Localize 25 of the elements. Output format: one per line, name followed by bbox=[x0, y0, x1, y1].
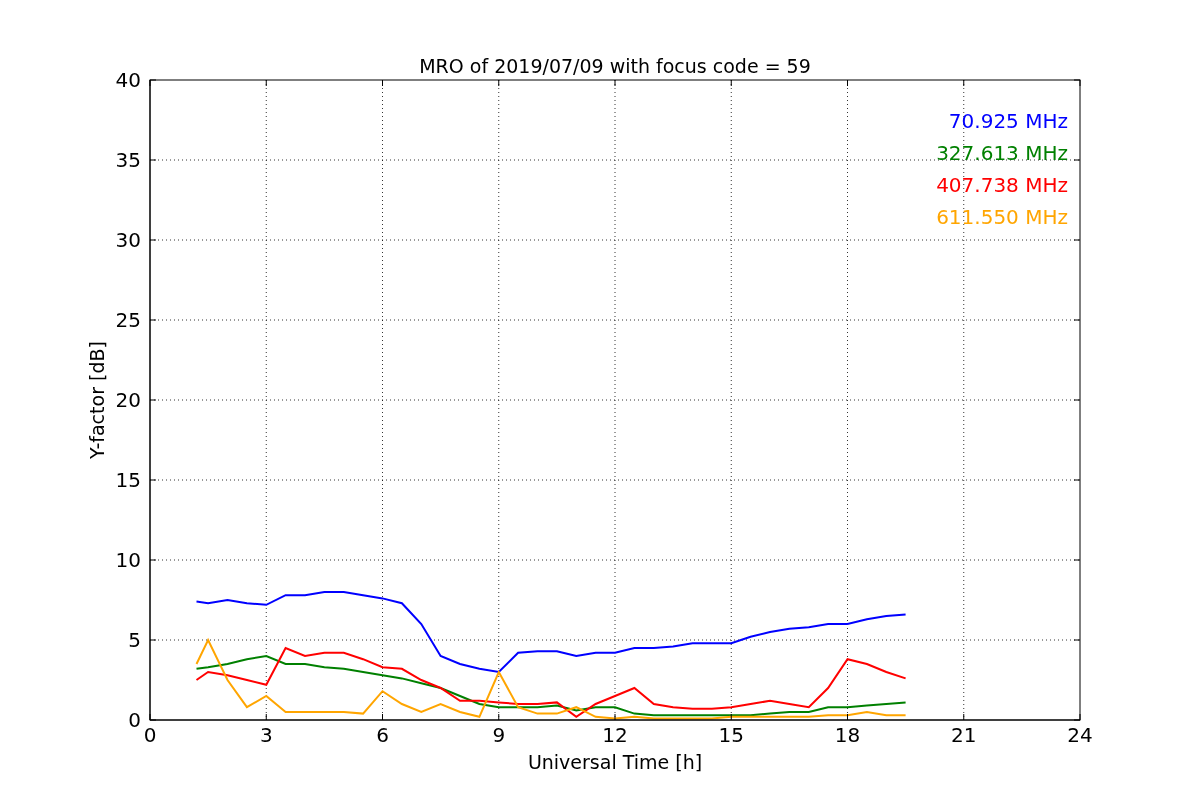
x-tick-label: 21 bbox=[951, 723, 977, 747]
legend-label: 327.613 MHz bbox=[936, 141, 1068, 165]
y-tick-label: 15 bbox=[115, 468, 141, 492]
legend-label: 611.550 MHz bbox=[936, 205, 1068, 229]
y-tick-label: 40 bbox=[115, 68, 141, 92]
legend-label: 70.925 MHz bbox=[948, 109, 1068, 133]
y-tick-label: 30 bbox=[115, 228, 141, 252]
x-tick-label: 9 bbox=[492, 723, 506, 747]
x-tick-label: 18 bbox=[834, 723, 861, 747]
y-tick-label: 20 bbox=[115, 388, 141, 412]
y-tick-label: 25 bbox=[115, 308, 141, 332]
y-tick-label: 35 bbox=[115, 148, 141, 172]
y-tick-label: 10 bbox=[115, 548, 141, 572]
x-tick-label: 12 bbox=[602, 723, 628, 747]
y-axis-label: Y-factor [dB] bbox=[86, 341, 108, 459]
chart-title: MRO of 2019/07/09 with focus code = 59 bbox=[419, 55, 811, 77]
x-tick-label: 24 bbox=[1067, 723, 1093, 747]
y-tick-label: 5 bbox=[128, 628, 141, 652]
x-tick-label: 3 bbox=[259, 723, 273, 747]
legend-label: 407.738 MHz bbox=[936, 173, 1068, 197]
x-tick-label: 15 bbox=[718, 723, 744, 747]
x-tick-label: 6 bbox=[376, 723, 389, 747]
y-tick-label: 0 bbox=[128, 708, 141, 732]
x-axis-label: Universal Time [h] bbox=[527, 751, 703, 773]
x-tick-label: 0 bbox=[143, 723, 157, 747]
